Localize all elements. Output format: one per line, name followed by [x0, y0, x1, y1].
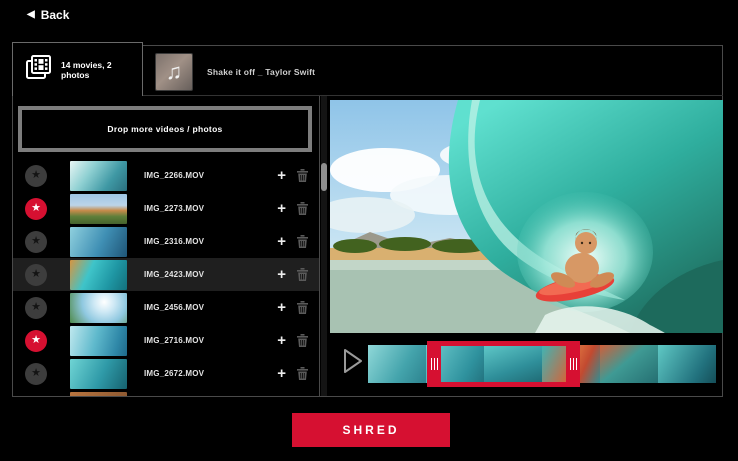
star-toggle[interactable]: ★ [25, 362, 47, 385]
star-toggle[interactable]: ★ [25, 230, 47, 253]
back-button[interactable]: ◀ Back [27, 8, 69, 22]
dropzone[interactable]: Drop more videos / photos [18, 106, 312, 152]
clip-row[interactable]: ★ IMG_2672.MOV + [13, 357, 319, 390]
video-preview[interactable] [330, 100, 723, 333]
clip-filename: IMG_2672.MOV [144, 369, 205, 378]
dropzone-label: Drop more videos / photos [107, 124, 223, 134]
tab-media-clips[interactable]: 14 movies, 2 photos [12, 42, 143, 96]
clip-row[interactable]: ★ IMG_2456.MOV + [13, 291, 319, 324]
clip-row-actions: + [277, 201, 319, 216]
star-toggle[interactable]: ★ [25, 263, 47, 286]
shred-button[interactable]: SHRED [292, 413, 450, 447]
clip-thumbnail [70, 259, 127, 290]
film-frames-icon [25, 54, 52, 85]
star-toggle[interactable]: ★ [25, 395, 47, 396]
add-clip-icon[interactable]: + [277, 300, 286, 315]
clip-row-actions: + [277, 333, 319, 348]
back-label: Back [40, 8, 70, 22]
add-clip-icon[interactable]: + [277, 267, 286, 282]
play-button[interactable] [342, 347, 364, 375]
star-toggle[interactable]: ★ [25, 296, 47, 319]
wave-surfer-image [330, 100, 723, 333]
tab-media-label: 14 movies, 2 photos [61, 59, 112, 80]
trash-icon[interactable] [296, 201, 309, 216]
trash-icon[interactable] [296, 333, 309, 348]
clip-filename: IMG_2266.MOV [144, 171, 205, 180]
add-clip-icon[interactable]: + [277, 168, 286, 183]
tab-music-track[interactable]: ♫ Shake it off _ Taylor Swift [155, 52, 315, 92]
clip-row[interactable]: ★ IMG_2316.MOV + [13, 225, 319, 258]
clip-row-actions: + [277, 267, 319, 282]
clip-thumbnail [70, 358, 127, 389]
clip-filename: IMG_2316.MOV [144, 237, 205, 246]
clip-list: ★ IMG_2266.MOV + ★ IMG_2273.MOV + ★ IMG_… [13, 159, 319, 396]
clip-thumbnail [70, 160, 127, 191]
trash-icon[interactable] [296, 267, 309, 282]
clip-filename: IMG_2423.MOV [144, 270, 205, 279]
music-note-icon: ♫ [155, 53, 193, 91]
filmstrip-frame [658, 345, 716, 383]
trash-icon[interactable] [296, 168, 309, 183]
clip-filename: IMG_2456.MOV [144, 303, 205, 312]
clip-filename: IMG_2273.MOV [144, 204, 205, 213]
clip-row-actions: + [277, 366, 319, 381]
clip-row[interactable]: ★ IMG_2266.MOV + [13, 159, 319, 192]
clip-row-actions: + [277, 168, 319, 183]
add-clip-icon[interactable]: + [277, 366, 286, 381]
clip-thumbnail [70, 325, 127, 356]
tab-music-label: Shake it off _ Taylor Swift [207, 67, 316, 77]
clip-row[interactable]: ★ IMG_2273.MOV + [13, 192, 319, 225]
filmstrip-frame [368, 345, 426, 383]
star-toggle[interactable]: ★ [25, 197, 47, 220]
trash-icon[interactable] [296, 234, 309, 249]
clip-row-actions: + [277, 300, 319, 315]
clip-row[interactable]: ★ IMG_2423.MOV + [13, 258, 319, 291]
clip-row[interactable]: ★ IMG_2716.MOV + [13, 324, 319, 357]
star-toggle[interactable]: ★ [25, 164, 47, 187]
clip-thumbnail [70, 226, 127, 257]
star-toggle[interactable]: ★ [25, 329, 47, 352]
clip-thumbnail [70, 292, 127, 323]
trim-selection[interactable] [427, 341, 580, 387]
clip-row-actions: + [277, 234, 319, 249]
app-root: ◀ Back 14 movies, 2 photos ♫ Shake it of… [0, 0, 738, 461]
scrollbar-thumb[interactable] [321, 163, 327, 191]
trash-icon[interactable] [296, 300, 309, 315]
filmstrip-frame [600, 345, 658, 383]
add-clip-icon[interactable]: + [277, 333, 286, 348]
trim-handle-left[interactable] [427, 346, 441, 382]
clip-row[interactable]: ★ + [13, 390, 319, 396]
play-triangle-icon [344, 349, 362, 373]
trim-handle-right[interactable] [566, 346, 580, 382]
back-arrow-icon: ◀ [27, 9, 35, 20]
clip-library-panel: Drop more videos / photos ★ IMG_2266.MOV… [13, 96, 320, 396]
add-clip-icon[interactable]: + [277, 234, 286, 249]
trash-icon[interactable] [296, 366, 309, 381]
clip-filename: IMG_2716.MOV [144, 336, 205, 345]
clip-thumbnail [70, 193, 127, 224]
clip-thumbnail [70, 391, 127, 396]
clip-list-scrollbar[interactable] [321, 96, 327, 396]
add-clip-icon[interactable]: + [277, 201, 286, 216]
